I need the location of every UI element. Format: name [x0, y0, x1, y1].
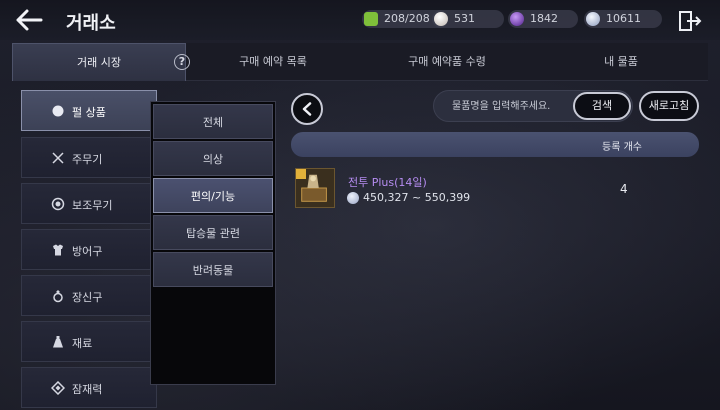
subcategory-convenience[interactable]: 편의/기능 — [153, 178, 273, 213]
category-pearl-items[interactable]: 펄 상품 — [21, 90, 157, 131]
tab-label: 구매 예약품 수령 — [408, 55, 486, 68]
page-title: 거래소 — [66, 13, 116, 34]
category-armor[interactable]: 방어구 — [21, 229, 157, 270]
potion-icon — [53, 336, 63, 348]
shield-ring-icon — [51, 197, 65, 211]
tab-label: 거래 시장 — [77, 56, 121, 69]
currency-value: 208/208 — [384, 12, 430, 25]
category-sub-weapon[interactable]: 보조무기 — [21, 183, 157, 224]
category-label: 주무기 — [72, 153, 103, 166]
category-label: 장신구 — [72, 291, 103, 304]
subcategory-label: 탑승물 관련 — [185, 227, 241, 240]
subcategory-all[interactable]: 전체 — [153, 104, 273, 139]
exit-door-icon[interactable] — [678, 10, 702, 32]
subcategory-costume[interactable]: 의상 — [153, 141, 273, 176]
pearl-category-icon — [52, 105, 64, 117]
subcategory-pet[interactable]: 반려동물 — [153, 252, 273, 287]
armor-icon — [53, 244, 63, 256]
tab-purchase-reservations[interactable]: 구매 예약 목록 — [186, 43, 360, 81]
purple-orb-icon — [510, 12, 524, 26]
tab-label: 내 물품 — [604, 55, 638, 68]
column-header-count: 등록 개수 — [602, 142, 642, 153]
ring-icon — [53, 290, 63, 303]
tab-label: 구매 예약 목록 — [239, 55, 307, 68]
category-potential[interactable]: 잠재력 — [21, 367, 157, 408]
currency-value: 531 — [454, 12, 475, 25]
subcategory-mount[interactable]: 탑승물 관련 — [153, 215, 273, 250]
category-material[interactable]: 재료 — [21, 321, 157, 362]
category-label: 펄 상품 — [72, 106, 106, 119]
tab-market[interactable]: 거래 시장 — [12, 43, 186, 81]
collapse-back-button[interactable] — [291, 93, 323, 125]
item-registered-count: 4 — [620, 182, 628, 196]
diamond-icon — [51, 381, 65, 395]
subcategory-menu: 전체 의상 편의/기능 탑승물 관련 반려동물 — [150, 101, 276, 385]
currency-value: 1842 — [530, 12, 558, 25]
crossed-swords-icon — [52, 152, 64, 164]
results-header: 등록 개수 — [291, 132, 699, 157]
tab-my-items[interactable]: 내 물품 — [534, 43, 708, 81]
currency-silver: 10611 — [584, 10, 662, 28]
category-label: 보조무기 — [72, 199, 113, 212]
subcategory-label: 의상 — [202, 153, 224, 166]
subcategory-label: 전체 — [202, 116, 224, 129]
item-price-range: 450,327 ~ 550,399 — [363, 191, 471, 204]
silver-coin-icon — [586, 12, 600, 26]
tab-bar: 거래 시장 ? 구매 예약 목록 구매 예약품 수령 내 물품 — [12, 43, 708, 81]
currency-value: 10611 — [606, 12, 641, 25]
table-row[interactable]: 전투 Plus(14일) 450,327 ~ 550,399 4 — [291, 166, 699, 212]
subcategory-label: 편의/기능 — [190, 190, 236, 203]
chevron-left-icon — [302, 102, 312, 116]
cube-icon — [364, 12, 378, 26]
grade-tag-icon — [296, 169, 306, 179]
category-label: 방어구 — [72, 245, 103, 258]
category-accessory[interactable]: 장신구 — [21, 275, 157, 316]
search-button[interactable]: 검색 — [573, 92, 631, 120]
refresh-button[interactable]: 새로고침 — [639, 91, 699, 121]
category-label: 재료 — [72, 337, 93, 350]
silver-coin-icon — [347, 192, 359, 204]
category-label: 잠재력 — [72, 383, 103, 396]
currency-pearl: 531 — [432, 10, 504, 28]
search-input[interactable] — [452, 97, 576, 115]
back-arrow-icon[interactable] — [14, 8, 44, 32]
category-main-weapon[interactable]: 주무기 — [21, 137, 157, 178]
item-name: 전투 Plus(14일) — [348, 176, 427, 189]
currency-purple: 1842 — [508, 10, 578, 28]
pearl-icon — [434, 12, 448, 26]
top-bar: 거래소 208/208 531 1842 10611 — [0, 0, 720, 40]
item-thumbnail — [295, 168, 335, 208]
tab-receive-reserved[interactable]: 구매 예약품 수령 — [360, 43, 534, 81]
subcategory-label: 반려동물 — [192, 264, 234, 277]
